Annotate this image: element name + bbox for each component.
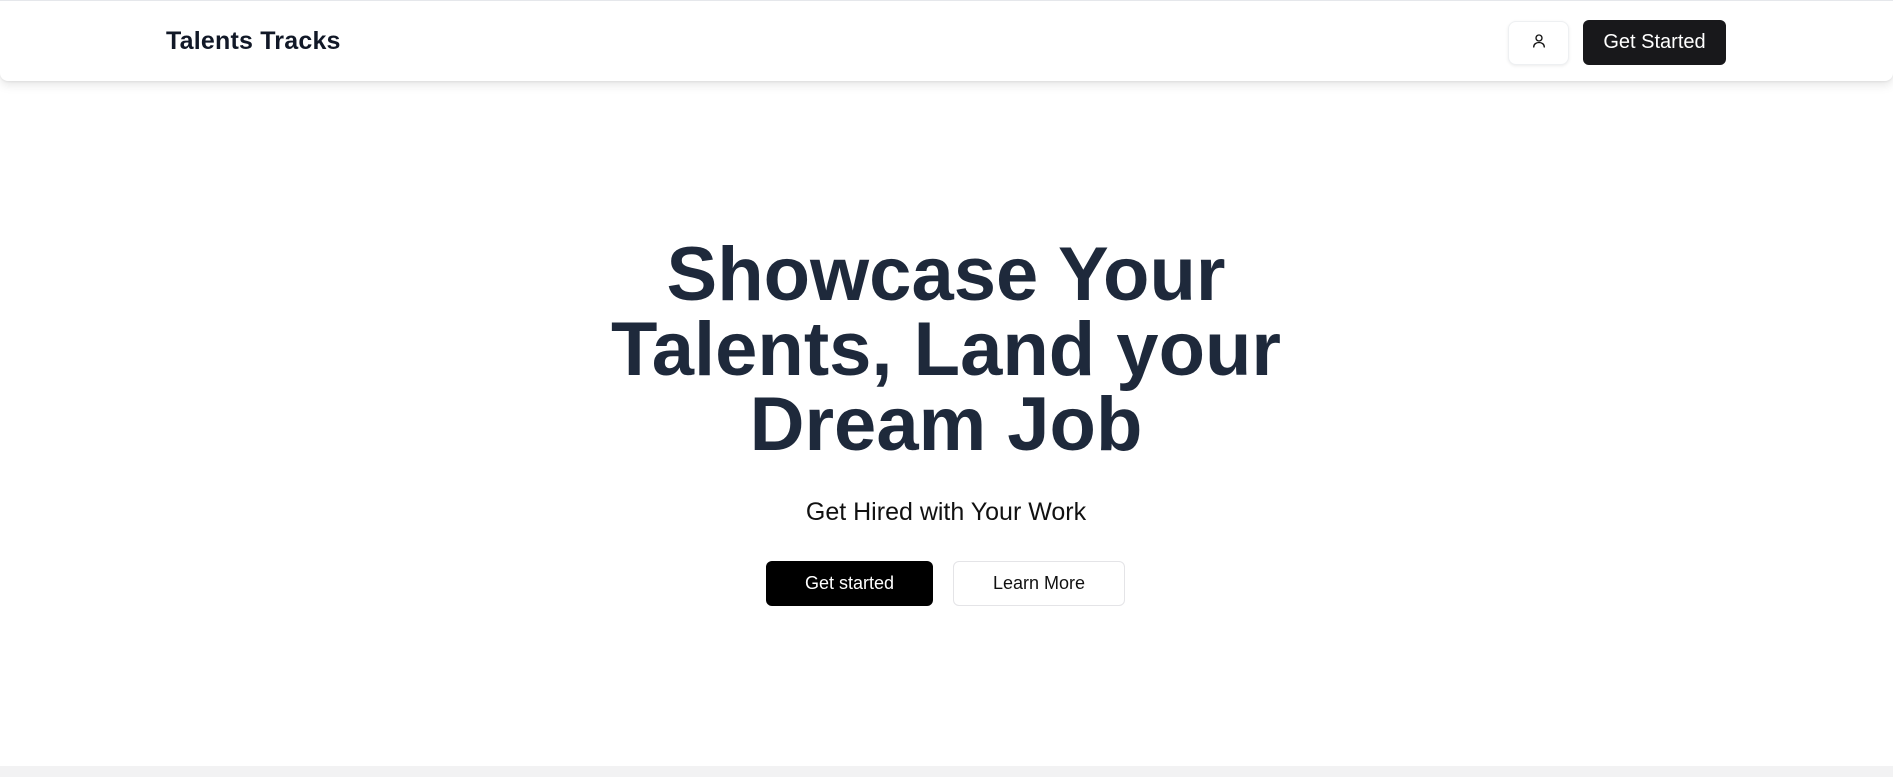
get-started-button[interactable]: Get started	[766, 561, 933, 606]
hero-subtitle: Get Hired with Your Work	[805, 498, 1087, 526]
hero-title: Showcase Your Talents, Land your Dream J…	[610, 232, 1281, 467]
user-icon	[1530, 32, 1548, 55]
navbar: Talents Tracks Get Started	[0, 0, 1893, 81]
profile-button[interactable]	[1508, 21, 1569, 65]
learn-more-button[interactable]: Learn More	[953, 561, 1125, 606]
get-started-nav-button[interactable]: Get Started	[1583, 20, 1726, 65]
page: Talents Tracks Get Started Showcase Your…	[0, 0, 1893, 766]
brand-logo-text[interactable]: Talents Tracks	[166, 27, 341, 56]
